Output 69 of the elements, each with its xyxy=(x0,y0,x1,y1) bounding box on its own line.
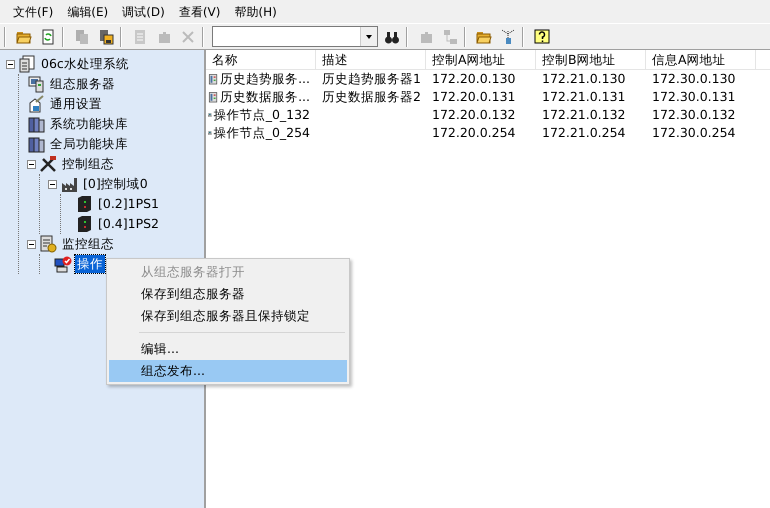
expander-toggle[interactable] xyxy=(48,180,57,188)
books-icon xyxy=(27,135,45,153)
tree-item[interactable]: 监控组态 xyxy=(60,234,116,254)
list-item-name[interactable]: 操作节点_0_132 xyxy=(214,106,310,124)
dropdown-field[interactable] xyxy=(212,26,378,47)
tree-item[interactable]: 操作 xyxy=(75,254,105,274)
expander-toggle[interactable] xyxy=(27,160,36,168)
cabinet-icon xyxy=(75,215,93,233)
table-cell-text: 172.30.0.132 xyxy=(652,106,736,124)
table-cell-text: 172.21.0.132 xyxy=(542,106,626,124)
table-cell-text: 172.30.0.131 xyxy=(652,88,736,106)
tree-item[interactable]: 全局功能块库 xyxy=(48,134,130,154)
column-header[interactable]: 信息A网地址 xyxy=(646,50,756,69)
refresh-icon xyxy=(40,28,56,44)
tree-item[interactable]: 控制组态 xyxy=(60,154,116,174)
tree-item[interactable]: 通用设置 xyxy=(48,94,104,114)
factory-icon xyxy=(60,175,78,193)
menu-item[interactable]: 组态发布... xyxy=(109,360,347,382)
menu-item[interactable]: 帮助(H) xyxy=(227,0,284,22)
books-icon xyxy=(27,115,45,133)
menu-item[interactable]: 编辑(E) xyxy=(60,0,116,22)
tree-item[interactable]: [0]控制域0 xyxy=(81,174,150,194)
tools-icon xyxy=(39,155,57,173)
column-header[interactable]: 描述 xyxy=(316,50,426,69)
list-item-name[interactable]: 操作节点_0_254 xyxy=(214,124,310,142)
table-cell-text: 172.21.0.130 xyxy=(542,70,626,88)
network-icon xyxy=(500,28,516,44)
help-icon xyxy=(534,28,550,44)
pages-icon xyxy=(74,28,90,44)
table-cell-text: 172.30.0.254 xyxy=(652,124,736,142)
hammer-icon xyxy=(27,95,45,113)
menu-item[interactable]: 保存到组态服务器且保持锁定 xyxy=(109,305,347,327)
tree-item[interactable]: [0.4]1PS2 xyxy=(96,214,162,234)
tree-item[interactable]: 组态服务器 xyxy=(48,74,117,94)
save-icon xyxy=(98,28,114,44)
caret-icon xyxy=(365,32,373,40)
table-cell-text: 172.20.0.132 xyxy=(432,106,516,124)
column-header[interactable]: 控制B网地址 xyxy=(536,50,646,69)
column-header[interactable]: 控制A网地址 xyxy=(426,50,536,69)
table-cell-text: 历史趋势服务器1 xyxy=(322,70,421,88)
menu-item[interactable]: 查看(V) xyxy=(172,0,228,22)
table-cell-text: 172.21.0.131 xyxy=(542,88,626,106)
tree-item[interactable]: 06c水处理系统 xyxy=(39,54,131,74)
menu-item[interactable]: 编辑... xyxy=(109,338,347,360)
computer-check-icon xyxy=(54,255,72,273)
network-icon xyxy=(442,28,458,44)
table-cell-text: 172.20.0.130 xyxy=(432,70,516,88)
menu-item[interactable]: 保存到组态服务器 xyxy=(109,283,347,305)
close-icon xyxy=(180,28,196,44)
expander-toggle[interactable] xyxy=(27,240,36,248)
project-icon xyxy=(18,55,36,73)
list-item-name[interactable]: 历史数据服务... xyxy=(220,88,310,106)
list-item-name[interactable]: 历史趋势服务... xyxy=(220,70,310,88)
table-cell-text: 历史数据服务器2 xyxy=(322,88,421,106)
cabinet-icon xyxy=(75,195,93,213)
gear-document-icon xyxy=(39,235,57,253)
table-cell-text: 172.30.0.130 xyxy=(652,70,736,88)
table-cell-text: 172.21.0.254 xyxy=(542,124,626,142)
tree-item[interactable]: [0.2]1PS1 xyxy=(96,194,162,214)
menu-item[interactable]: 调试(D) xyxy=(115,0,172,22)
toolbar-button[interactable] xyxy=(532,26,552,46)
expander-toggle[interactable] xyxy=(6,60,15,68)
document-icon xyxy=(132,28,148,44)
tree-item[interactable]: 系统功能块库 xyxy=(48,114,130,134)
server-icon xyxy=(27,75,45,93)
table-cell-text: 172.20.0.254 xyxy=(432,124,516,142)
table-cell-text: 172.20.0.131 xyxy=(432,88,516,106)
menu-item[interactable]: 文件(F) xyxy=(6,0,60,22)
column-header[interactable]: 名称 xyxy=(206,50,316,69)
